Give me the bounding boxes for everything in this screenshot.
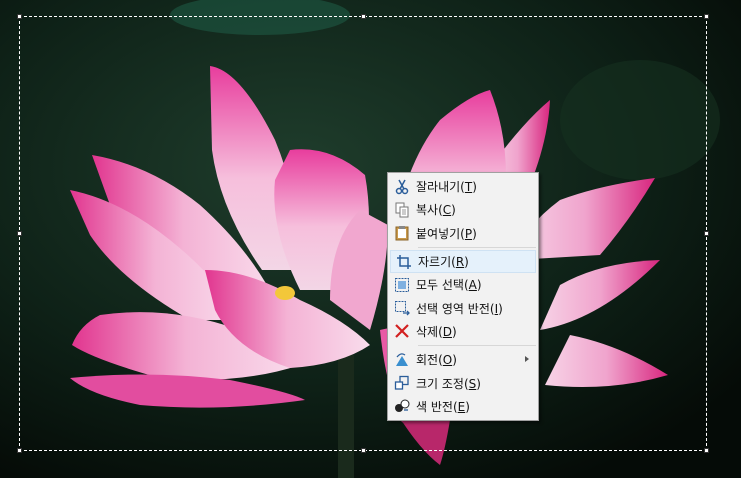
menu-item-label: 붙여넣기 (416, 226, 461, 241)
selection-handle-mid-left[interactable] (17, 231, 22, 236)
selection-handle-top-right[interactable] (704, 14, 709, 19)
menu-item-accesskey: E (457, 399, 466, 414)
crop-icon (390, 254, 418, 270)
context-menu: 잘라내기(T) 복사(C) 붙여넣기(P) 자르기(R) 모두 선택(A) 선택… (387, 172, 539, 421)
submenu-arrow-icon (525, 356, 529, 363)
rotate-icon (388, 352, 416, 368)
menu-item-rotate[interactable]: 회전(O) (388, 348, 538, 371)
selection-handle-bottom-left[interactable] (17, 448, 22, 453)
menu-item-label: 크기 조정 (416, 376, 464, 391)
menu-item-invert-color[interactable]: 색 반전(E) (388, 395, 538, 418)
scissors-icon (388, 179, 416, 195)
menu-item-copy[interactable]: 복사(C) (388, 198, 538, 221)
clipboard-icon (388, 225, 416, 241)
invert-selection-icon (388, 300, 416, 316)
select-all-icon (388, 277, 416, 293)
menu-separator (418, 246, 536, 248)
canvas-image-lotus (0, 0, 741, 478)
menu-item-accesskey: C (442, 203, 452, 218)
delete-icon (388, 323, 416, 339)
menu-item-label: 복사 (416, 203, 439, 218)
menu-item-accesskey: T (464, 180, 473, 195)
selection-handle-top-mid[interactable] (361, 14, 366, 19)
invert-color-icon (388, 398, 416, 414)
menu-item-delete[interactable]: 삭제(D) (388, 320, 538, 343)
menu-item-accesskey: A (468, 278, 477, 293)
menu-item-cut[interactable]: 잘라내기(T) (388, 175, 538, 198)
menu-item-label: 잘라내기 (416, 180, 461, 195)
menu-item-accesskey: O (442, 353, 453, 368)
menu-item-select-all[interactable]: 모두 선택(A) (388, 273, 538, 296)
menu-item-accesskey: D (442, 324, 453, 339)
menu-item-label: 색 반전 (416, 399, 453, 414)
menu-item-accesskey: I (494, 301, 499, 316)
selection-handle-bottom-mid[interactable] (361, 448, 366, 453)
menu-item-accesskey: R (455, 255, 465, 270)
menu-item-paste[interactable]: 붙여넣기(P) (388, 222, 538, 245)
menu-item-label: 회전 (416, 353, 439, 368)
menu-item-label: 자르기 (418, 255, 452, 270)
selection-handle-mid-right[interactable] (704, 231, 709, 236)
resize-icon (388, 375, 416, 391)
menu-item-label: 삭제 (416, 324, 439, 339)
menu-separator (418, 345, 536, 347)
selection-handle-top-left[interactable] (17, 14, 22, 19)
selection-handle-bottom-right[interactable] (704, 448, 709, 453)
menu-item-accesskey: P (464, 226, 473, 241)
menu-item-crop[interactable]: 자르기(R) (390, 249, 536, 274)
menu-item-accesskey: S (468, 376, 477, 391)
menu-item-resize[interactable]: 크기 조정(S) (388, 371, 538, 394)
menu-item-label: 모두 선택 (416, 278, 464, 293)
menu-item-invert-selection[interactable]: 선택 영역 반전(I) (388, 296, 538, 319)
menu-item-label: 선택 영역 반전 (416, 301, 490, 316)
copy-icon (388, 202, 416, 218)
